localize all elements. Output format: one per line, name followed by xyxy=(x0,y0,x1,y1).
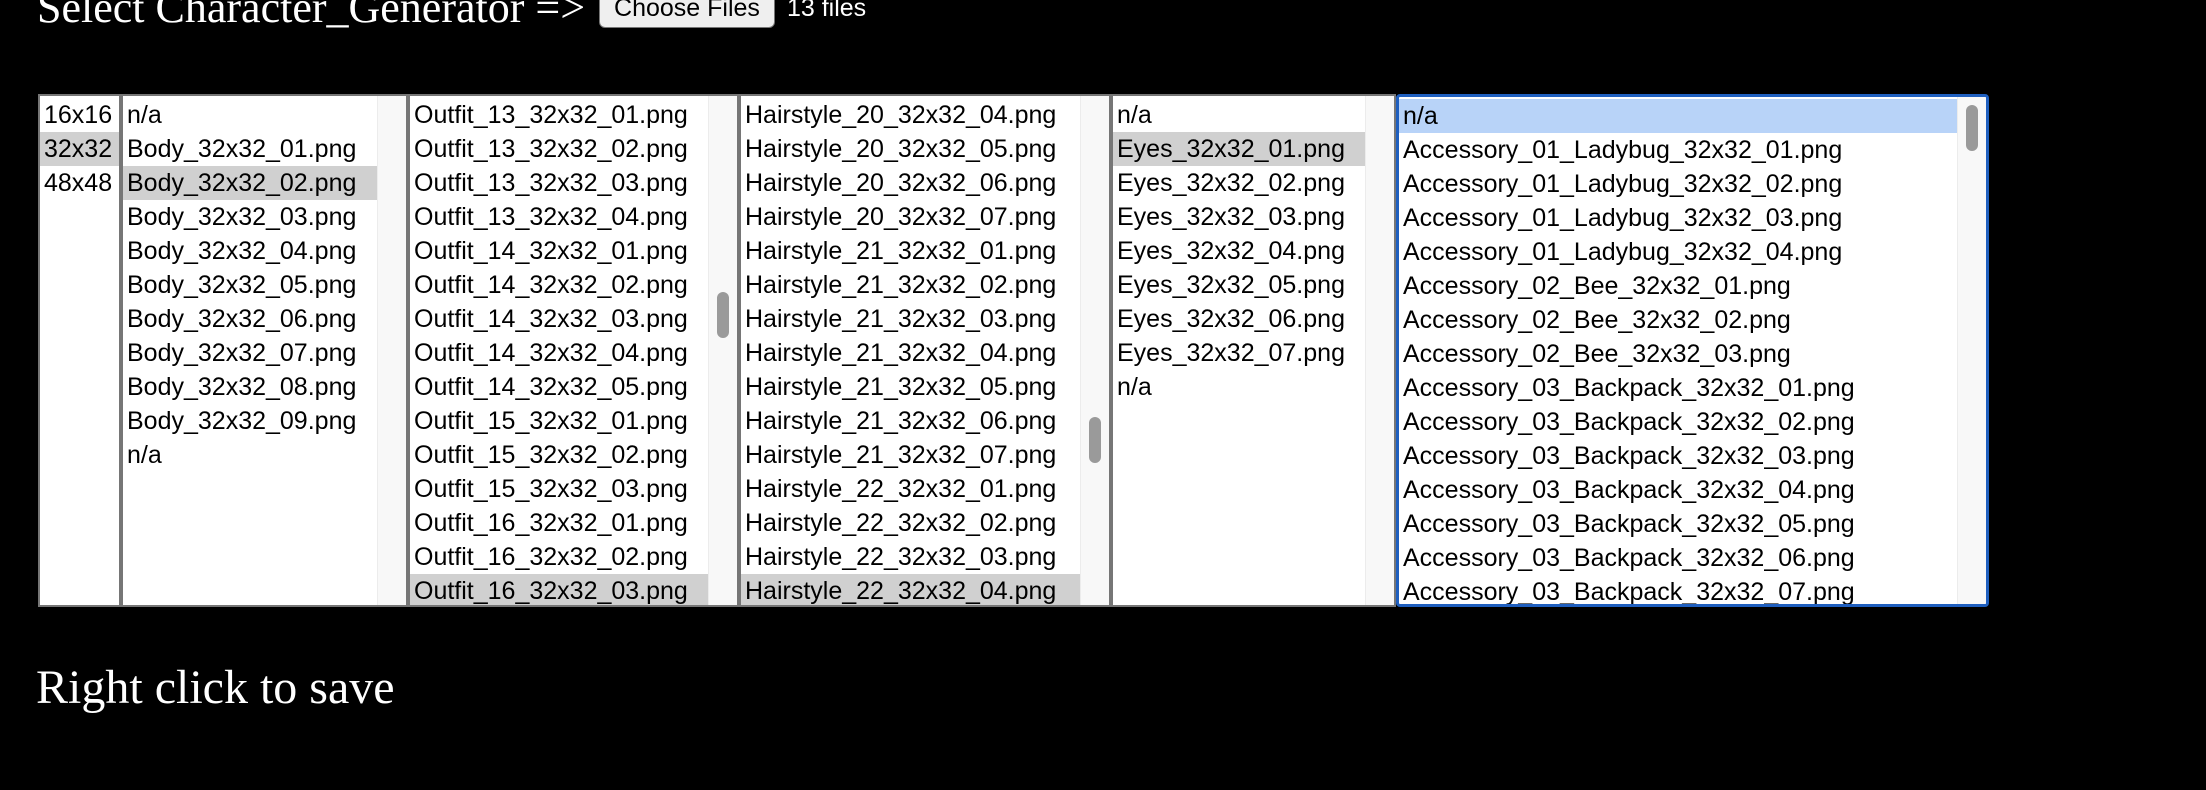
hairstyle-option[interactable]: Hairstyle_21_32x32_06.png xyxy=(741,404,1080,438)
eyes-options: n/a Eyes_32x32_01.png Eyes_32x32_02.png Eye… xyxy=(1113,96,1365,605)
accessory-option[interactable]: Accessory_03_Backpack_32x32_04.png xyxy=(1399,473,1957,507)
hairstyle-option[interactable]: Hairstyle_21_32x32_03.png xyxy=(741,302,1080,336)
eyes-option[interactable]: Eyes_32x32_03.png xyxy=(1113,200,1365,234)
hairstyle-option[interactable]: Hairstyle_21_32x32_07.png xyxy=(741,438,1080,472)
eyes-option[interactable]: Eyes_32x32_04.png xyxy=(1113,234,1365,268)
hairstyle-scroll-thumb[interactable] xyxy=(1089,416,1101,463)
accessory-option[interactable]: Accessory_02_Bee_32x32_02.png xyxy=(1399,303,1957,337)
accessory-option[interactable]: Accessory_01_Ladybug_32x32_03.png xyxy=(1399,201,1957,235)
accessory-option[interactable]: Accessory_01_Ladybug_32x32_01.png xyxy=(1399,133,1957,167)
hairstyle-scrollbar[interactable] xyxy=(1080,96,1109,605)
file-picker-row: Select Character_Generator => Choose Fil… xyxy=(37,0,867,32)
hairstyle-option[interactable]: Hairstyle_20_32x32_06.png xyxy=(741,166,1080,200)
outfit-option[interactable]: Outfit_15_32x32_02.png xyxy=(410,438,708,472)
size-option[interactable]: 32x32 xyxy=(40,132,119,166)
layer-lists: 16x16 32x32 48x48 n/a Body_32x32_01.png Body… xyxy=(38,94,1989,607)
body-option[interactable]: Body_32x32_03.png xyxy=(123,200,377,234)
save-hint: Right click to save xyxy=(36,661,395,714)
body-option[interactable]: Body_32x32_01.png xyxy=(123,132,377,166)
eyes-option[interactable]: Eyes_32x32_07.png xyxy=(1113,336,1365,370)
body-listbox[interactable]: n/a Body_32x32_01.png Body_32x32_02.png Bod… xyxy=(121,94,408,607)
eyes-option[interactable]: n/a xyxy=(1113,98,1365,132)
hairstyle-option[interactable]: Hairstyle_20_32x32_04.png xyxy=(741,98,1080,132)
eyes-option[interactable]: Eyes_32x32_02.png xyxy=(1113,166,1365,200)
select-generator-label: Select Character_Generator => xyxy=(37,0,586,32)
accessory-option[interactable]: n/a xyxy=(1399,99,1957,133)
accessory-option[interactable]: Accessory_02_Bee_32x32_03.png xyxy=(1399,337,1957,371)
hairstyle-options: Hairstyle_20_32x32_04.png Hairstyle_20_32… xyxy=(741,96,1080,605)
outfit-option[interactable]: Outfit_13_32x32_01.png xyxy=(410,98,708,132)
accessory-option[interactable]: Accessory_03_Backpack_32x32_07.png xyxy=(1399,575,1957,604)
body-option[interactable]: Body_32x32_09.png xyxy=(123,404,377,438)
accessory-option[interactable]: Accessory_02_Bee_32x32_01.png xyxy=(1399,269,1957,303)
accessory-listbox[interactable]: n/a Accessory_01_Ladybug_32x32_01.png Acce… xyxy=(1396,94,1989,607)
accessory-option[interactable]: Accessory_03_Backpack_32x32_06.png xyxy=(1399,541,1957,575)
outfit-option[interactable]: Outfit_14_32x32_05.png xyxy=(410,370,708,404)
body-scrollbar[interactable] xyxy=(377,96,406,605)
body-option[interactable]: Body_32x32_05.png xyxy=(123,268,377,302)
body-option[interactable]: Body_32x32_08.png xyxy=(123,370,377,404)
accessory-option[interactable]: Accessory_01_Ladybug_32x32_02.png xyxy=(1399,167,1957,201)
eyes-option[interactable]: Eyes_32x32_01.png xyxy=(1113,132,1365,166)
accessory-options: n/a Accessory_01_Ladybug_32x32_01.png Acce… xyxy=(1399,97,1957,604)
accessory-option[interactable]: Accessory_03_Backpack_32x32_01.png xyxy=(1399,371,1957,405)
hairstyle-option[interactable]: Hairstyle_22_32x32_01.png xyxy=(741,472,1080,506)
accessory-option[interactable]: Accessory_03_Backpack_32x32_02.png xyxy=(1399,405,1957,439)
hairstyle-option[interactable]: Hairstyle_20_32x32_05.png xyxy=(741,132,1080,166)
choose-files-button[interactable]: Choose Files xyxy=(599,0,775,28)
eyes-listbox[interactable]: n/a Eyes_32x32_01.png Eyes_32x32_02.png Eye… xyxy=(1111,94,1396,607)
body-option[interactable]: n/a xyxy=(123,98,377,132)
outfit-option[interactable]: Outfit_13_32x32_02.png xyxy=(410,132,708,166)
size-option[interactable]: 48x48 xyxy=(40,166,119,200)
body-option[interactable]: Body_32x32_02.png xyxy=(123,166,377,200)
accessory-scrollbar[interactable] xyxy=(1957,97,1986,604)
outfit-scroll-thumb[interactable] xyxy=(717,291,729,338)
body-option[interactable]: Body_32x32_06.png xyxy=(123,302,377,336)
eyes-scrollbar[interactable] xyxy=(1365,96,1394,605)
hairstyle-option[interactable]: Hairstyle_22_32x32_03.png xyxy=(741,540,1080,574)
outfit-option[interactable]: Outfit_15_32x32_01.png xyxy=(410,404,708,438)
hairstyle-option[interactable]: Hairstyle_20_32x32_07.png xyxy=(741,200,1080,234)
file-count-label: 13 files xyxy=(786,0,867,22)
outfit-option[interactable]: Outfit_14_32x32_02.png xyxy=(410,268,708,302)
outfit-option[interactable]: Outfit_14_32x32_03.png xyxy=(410,302,708,336)
outfit-option[interactable]: Outfit_13_32x32_03.png xyxy=(410,166,708,200)
outfit-scrollbar[interactable] xyxy=(708,96,737,605)
body-option[interactable]: n/a xyxy=(123,438,377,472)
eyes-option[interactable]: Eyes_32x32_05.png xyxy=(1113,268,1365,302)
accessory-option[interactable]: Accessory_03_Backpack_32x32_05.png xyxy=(1399,507,1957,541)
outfit-option[interactable]: Outfit_16_32x32_02.png xyxy=(410,540,708,574)
outfit-options: Outfit_13_32x32_01.png Outfit_13_32x32_02… xyxy=(410,96,708,605)
hairstyle-listbox[interactable]: Hairstyle_20_32x32_04.png Hairstyle_20_32… xyxy=(739,94,1111,607)
outfit-option[interactable]: Outfit_16_32x32_03.png xyxy=(410,574,708,605)
hairstyle-option[interactable]: Hairstyle_22_32x32_02.png xyxy=(741,506,1080,540)
eyes-option[interactable]: n/a xyxy=(1113,370,1365,404)
eyes-option[interactable]: Eyes_32x32_06.png xyxy=(1113,302,1365,336)
accessory-option[interactable]: Accessory_01_Ladybug_32x32_04.png xyxy=(1399,235,1957,269)
outfit-listbox[interactable]: Outfit_13_32x32_01.png Outfit_13_32x32_02… xyxy=(408,94,739,607)
hairstyle-option[interactable]: Hairstyle_21_32x32_05.png xyxy=(741,370,1080,404)
outfit-option[interactable]: Outfit_13_32x32_04.png xyxy=(410,200,708,234)
accessory-scroll-thumb[interactable] xyxy=(1966,105,1978,151)
size-option[interactable]: 16x16 xyxy=(40,98,119,132)
body-option[interactable]: Body_32x32_04.png xyxy=(123,234,377,268)
hairstyle-option[interactable]: Hairstyle_21_32x32_04.png xyxy=(741,336,1080,370)
outfit-option[interactable]: Outfit_16_32x32_01.png xyxy=(410,506,708,540)
outfit-option[interactable]: Outfit_15_32x32_03.png xyxy=(410,472,708,506)
size-listbox[interactable]: 16x16 32x32 48x48 xyxy=(38,94,121,607)
hairstyle-option[interactable]: Hairstyle_21_32x32_02.png xyxy=(741,268,1080,302)
body-option[interactable]: Body_32x32_07.png xyxy=(123,336,377,370)
hairstyle-option[interactable]: Hairstyle_22_32x32_04.png xyxy=(741,574,1080,605)
accessory-option[interactable]: Accessory_03_Backpack_32x32_03.png xyxy=(1399,439,1957,473)
body-options: n/a Body_32x32_01.png Body_32x32_02.png Bod… xyxy=(123,96,377,605)
outfit-option[interactable]: Outfit_14_32x32_04.png xyxy=(410,336,708,370)
outfit-option[interactable]: Outfit_14_32x32_01.png xyxy=(410,234,708,268)
hairstyle-option[interactable]: Hairstyle_21_32x32_01.png xyxy=(741,234,1080,268)
size-options: 16x16 32x32 48x48 xyxy=(40,96,119,605)
